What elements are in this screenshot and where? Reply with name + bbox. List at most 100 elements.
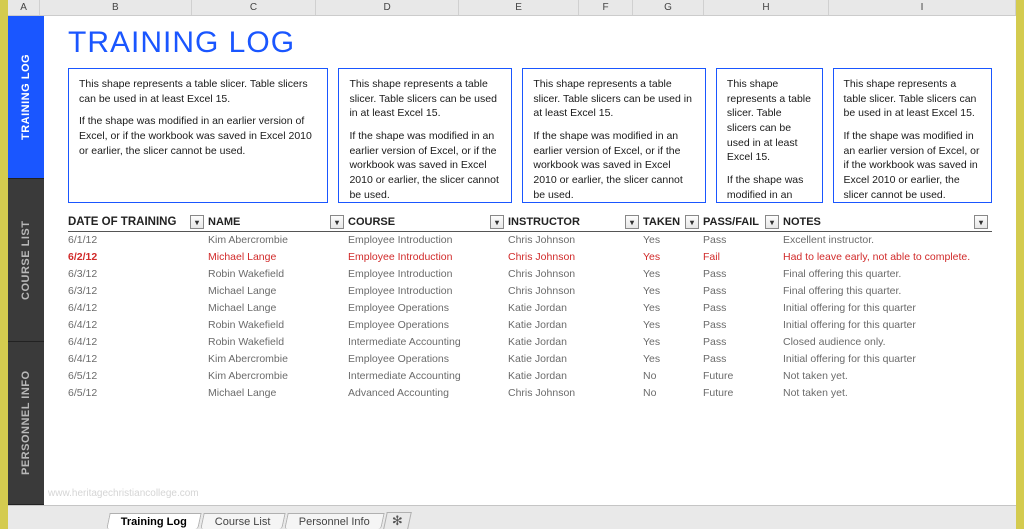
cell[interactable]: 6/4/12: [68, 302, 208, 314]
cell[interactable]: 6/1/12: [68, 234, 208, 246]
filter-dropdown-icon[interactable]: ▾: [490, 215, 504, 229]
cell[interactable]: Yes: [643, 285, 703, 297]
side-tab-personnel-info[interactable]: PERSONNEL INFO: [8, 342, 44, 505]
cell[interactable]: Advanced Accounting: [348, 387, 508, 399]
cell[interactable]: Final offering this quarter.: [783, 285, 992, 297]
filter-dropdown-icon[interactable]: ▾: [974, 215, 988, 229]
column-header[interactable]: H: [704, 0, 829, 15]
table-row[interactable]: 6/2/12Michael LangeEmployee Introduction…: [68, 249, 992, 266]
col-header-instructor[interactable]: INSTRUCTOR ▾: [508, 215, 643, 229]
cell[interactable]: Pass: [703, 319, 783, 331]
column-header[interactable]: D: [316, 0, 459, 15]
cell[interactable]: No: [643, 387, 703, 399]
filter-dropdown-icon[interactable]: ▾: [190, 215, 204, 229]
cell[interactable]: Employee Operations: [348, 302, 508, 314]
column-header[interactable]: A: [8, 0, 40, 15]
sheet-tab-personnel-info[interactable]: Personnel Info: [284, 513, 384, 529]
filter-dropdown-icon[interactable]: ▾: [765, 215, 779, 229]
cell[interactable]: Yes: [643, 234, 703, 246]
cell[interactable]: 6/4/12: [68, 353, 208, 365]
cell[interactable]: Chris Johnson: [508, 387, 643, 399]
cell[interactable]: Employee Operations: [348, 353, 508, 365]
cell[interactable]: Initial offering for this quarter: [783, 302, 992, 314]
table-row[interactable]: 6/4/12Robin WakefieldIntermediate Accoun…: [68, 334, 992, 351]
cell[interactable]: Fail: [703, 251, 783, 263]
sheet-tab-training-log[interactable]: Training Log: [106, 513, 201, 529]
cell[interactable]: Yes: [643, 251, 703, 263]
filter-dropdown-icon[interactable]: ▾: [330, 215, 344, 229]
table-row[interactable]: 6/5/12Kim AbercrombieIntermediate Accoun…: [68, 368, 992, 385]
cell[interactable]: Future: [703, 370, 783, 382]
cell[interactable]: Employee Introduction: [348, 268, 508, 280]
cell[interactable]: Pass: [703, 285, 783, 297]
cell[interactable]: Future: [703, 387, 783, 399]
cell[interactable]: Chris Johnson: [508, 234, 643, 246]
cell[interactable]: Chris Johnson: [508, 268, 643, 280]
cell[interactable]: Chris Johnson: [508, 251, 643, 263]
cell[interactable]: 6/4/12: [68, 336, 208, 348]
cell[interactable]: Employee Introduction: [348, 251, 508, 263]
cell[interactable]: Pass: [703, 336, 783, 348]
cell[interactable]: Yes: [643, 302, 703, 314]
cell[interactable]: Pass: [703, 353, 783, 365]
cell[interactable]: Had to leave early, not able to complete…: [783, 251, 992, 263]
slicer-placeholder[interactable]: This shape represents a table slicer. Ta…: [338, 68, 512, 203]
cell[interactable]: Chris Johnson: [508, 285, 643, 297]
side-tab-course-list[interactable]: COURSE LIST: [8, 179, 44, 342]
cell[interactable]: No: [643, 370, 703, 382]
cell[interactable]: Intermediate Accounting: [348, 336, 508, 348]
column-header[interactable]: B: [40, 0, 191, 15]
cell[interactable]: 6/5/12: [68, 387, 208, 399]
cell[interactable]: Pass: [703, 234, 783, 246]
cell[interactable]: Initial offering for this quarter: [783, 319, 992, 331]
col-header-date[interactable]: DATE OF TRAINING ▾: [68, 215, 208, 229]
cell[interactable]: Yes: [643, 268, 703, 280]
cell[interactable]: Katie Jordan: [508, 336, 643, 348]
cell[interactable]: Katie Jordan: [508, 302, 643, 314]
column-header[interactable]: I: [829, 0, 1016, 15]
cell[interactable]: Not taken yet.: [783, 370, 992, 382]
cell[interactable]: Yes: [643, 319, 703, 331]
cell[interactable]: Robin Wakefield: [208, 319, 348, 331]
cell[interactable]: Employee Operations: [348, 319, 508, 331]
filter-dropdown-icon[interactable]: ▾: [625, 215, 639, 229]
cell[interactable]: Intermediate Accounting: [348, 370, 508, 382]
table-row[interactable]: 6/3/12Michael LangeEmployee Introduction…: [68, 283, 992, 300]
cell[interactable]: Kim Abercrombie: [208, 353, 348, 365]
slicer-placeholder[interactable]: This shape represents a table slicer. Ta…: [716, 68, 823, 203]
cell[interactable]: Katie Jordan: [508, 319, 643, 331]
cell[interactable]: Michael Lange: [208, 285, 348, 297]
col-header-taken[interactable]: TAKEN ▾: [643, 215, 703, 229]
new-sheet-button[interactable]: ✻: [383, 512, 412, 529]
slicer-placeholder[interactable]: This shape represents a table slicer. Ta…: [522, 68, 706, 203]
slicer-placeholder[interactable]: This shape represents a table slicer. Ta…: [833, 68, 993, 203]
column-header[interactable]: F: [579, 0, 633, 15]
col-header-notes[interactable]: NOTES ▾: [783, 215, 992, 229]
cell[interactable]: Excellent instructor.: [783, 234, 992, 246]
cell[interactable]: Yes: [643, 353, 703, 365]
column-header[interactable]: G: [633, 0, 704, 15]
cell[interactable]: Kim Abercrombie: [208, 234, 348, 246]
cell[interactable]: Katie Jordan: [508, 370, 643, 382]
cell[interactable]: 6/3/12: [68, 285, 208, 297]
cell[interactable]: Initial offering for this quarter: [783, 353, 992, 365]
cell[interactable]: Kim Abercrombie: [208, 370, 348, 382]
cell[interactable]: Closed audience only.: [783, 336, 992, 348]
cell[interactable]: Michael Lange: [208, 387, 348, 399]
column-header[interactable]: C: [192, 0, 317, 15]
table-row[interactable]: 6/3/12Robin WakefieldEmployee Introducti…: [68, 266, 992, 283]
table-row[interactable]: 6/5/12Michael LangeAdvanced AccountingCh…: [68, 385, 992, 402]
cell[interactable]: Katie Jordan: [508, 353, 643, 365]
cell[interactable]: Yes: [643, 336, 703, 348]
cell[interactable]: Pass: [703, 268, 783, 280]
side-tab-training-log[interactable]: TRAINING LOG: [8, 16, 44, 179]
table-row[interactable]: 6/4/12Robin WakefieldEmployee Operations…: [68, 317, 992, 334]
cell[interactable]: Robin Wakefield: [208, 268, 348, 280]
cell[interactable]: 6/4/12: [68, 319, 208, 331]
cell[interactable]: Employee Introduction: [348, 234, 508, 246]
cell[interactable]: Not taken yet.: [783, 387, 992, 399]
cell[interactable]: Final offering this quarter.: [783, 268, 992, 280]
slicer-placeholder[interactable]: This shape represents a table slicer. Ta…: [68, 68, 328, 203]
cell[interactable]: 6/2/12: [68, 251, 208, 263]
col-header-name[interactable]: NAME ▾: [208, 215, 348, 229]
